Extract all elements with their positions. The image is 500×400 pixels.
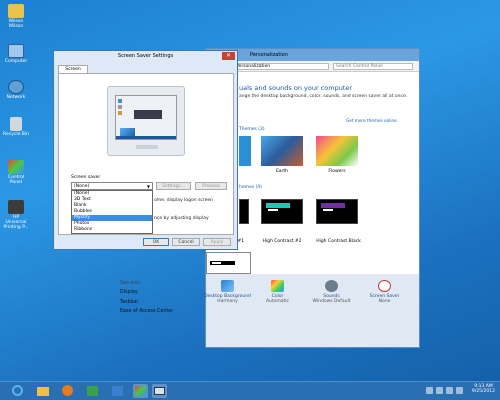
media-center-icon [112,386,123,396]
desktop-icon-computer[interactable]: Computer [2,44,30,65]
explorer-taskbar-button[interactable] [35,384,50,398]
apply-button[interactable]: Apply [203,238,231,246]
see-also-taskbar[interactable]: Taskbar [120,300,138,305]
breadcrumb[interactable]: Personalization [232,63,329,70]
hc-label: High Contrast #2 [262,239,302,244]
printer-icon [8,200,24,214]
get-more-themes-link[interactable]: Get more themes online [346,118,397,123]
hc-thumb-white[interactable] [206,252,251,274]
preview-button[interactable]: Preview [195,182,227,190]
basic-themes-label: hemes (4) [239,185,262,190]
hc-thumb-1[interactable] [239,199,249,224]
footer-sub: None [378,299,391,304]
desktop-icon-label: Network [6,95,26,100]
hc-thumb-black[interactable] [316,199,358,224]
see-also-title: See also [120,281,141,286]
close-icon: ✕ [225,52,232,59]
desktop-icon-label: Computer [4,59,28,64]
dialog-title: Screen Saver Settings [117,53,174,59]
dropdown-option[interactable]: Ribbons [72,227,152,233]
theme-thumb-earth[interactable] [261,136,303,166]
screen-saver-dropdown: (None) 3D Text Blank Bubbles Mystify Pho… [71,190,153,234]
folder-icon [36,387,49,396]
logon-text: ome, display logon screen [154,198,214,203]
see-also-ease-of-access[interactable]: Ease of Access Center [120,309,173,314]
my-themes-label: Themes (3) [239,127,265,132]
settings-button[interactable]: Settings... [156,182,191,190]
desktop-icon-label: HP Universal Printing P... [3,215,29,230]
network-icon [8,80,24,94]
hc-label: High Contrast Black [316,239,361,244]
footer-sub: Automatic [265,299,290,304]
monitor-preview [107,86,185,156]
search-input[interactable]: Search Control Panel [333,63,413,70]
monitor-stand [136,145,158,149]
clock-date: 9/25/2012 [471,389,495,395]
color-link[interactable]: Color Automatic [250,280,305,304]
customization-footer: Desktop Background Harmony Color Automat… [204,274,419,347]
theme-thumb-partial[interactable] [239,136,251,166]
volume-icon[interactable] [456,387,463,394]
hc-thumb-2[interactable] [261,199,303,224]
show-hidden-icons-icon[interactable] [426,387,433,394]
dialog-titlebar[interactable]: Screen Saver Settings ✕ [54,51,237,62]
sounds-link[interactable]: Sounds Windows Default [304,280,359,304]
theme-thumb-flowers[interactable] [316,136,358,166]
footer-sub: Harmony [217,299,238,304]
user-folder-icon [8,4,24,18]
window-title: Personalization [250,52,288,58]
recycle-bin-icon [10,117,22,131]
see-also-display[interactable]: Display [120,290,138,295]
power-text: nce by adjusting display [154,216,209,221]
media-player-icon [62,385,73,396]
desktop-icon-network[interactable]: Network [2,80,30,101]
control-panel-icon [8,160,24,174]
theme-label: Earth [275,169,289,174]
screen-saver-select[interactable]: (None) ▼ [71,182,153,190]
preview-screen [115,95,177,140]
screen-saver-icon [378,280,391,292]
network-tray-icon[interactable] [446,387,453,394]
screen-saver-panel: Screen saver (None) ▼ Settings... Previe… [58,73,234,235]
store-taskbar-button[interactable] [85,384,100,398]
page-subtext: ange the desktop background, color, soun… [239,94,408,99]
desktop-icon-control-panel[interactable]: Control Panel [2,160,30,186]
page-heading: uals and sounds on your computer [239,84,353,92]
theme-label: Flowers [328,169,346,174]
screen-saver-link[interactable]: Screen Saver None [357,280,412,304]
chevron-down-icon: ▼ [146,184,150,189]
cancel-button[interactable]: Cancel [172,238,200,246]
desktop-icon-recycle-bin[interactable]: Recycle Bin [2,117,30,138]
desktop-icon-label: Control Panel [7,175,25,185]
control-panel-icon [135,386,146,396]
color-icon [271,280,284,292]
media-player-taskbar-button[interactable] [60,384,75,398]
close-button[interactable]: ✕ [222,52,235,60]
store-icon [87,386,98,396]
desktop-background-link[interactable]: Desktop Background Harmony [200,280,255,304]
desktop-icon-label: Wilson Wilson [8,19,24,29]
desktop-icon-printer[interactable]: HP Universal Printing P... [2,200,30,231]
screen-saver-label: Screen saver [71,175,101,180]
internet-explorer-icon [12,385,23,396]
screen-saver-taskbar-button[interactable] [152,384,167,398]
monitor-icon [154,387,165,395]
breadcrumb-item: Personalization [236,64,271,69]
sounds-icon [325,280,338,292]
search-placeholder: Search Control Panel [336,64,383,69]
footer-sub: Windows Default [312,299,351,304]
computer-icon [8,44,24,58]
control-panel-taskbar-button[interactable] [133,384,148,398]
ie-taskbar-button[interactable] [10,384,25,398]
system-clock[interactable]: 9:13 AM 9/25/2012 [472,384,495,395]
ok-button[interactable]: OK [143,238,169,246]
desktop-icon-label: Recycle Bin [3,132,29,137]
taskbar: 9:13 AM 9/25/2012 [0,381,500,400]
desktop-icon-user[interactable]: Wilson Wilson [2,4,30,30]
screen-saver-dialog: Screen Saver Settings ✕ Screen Saver Scr… [53,50,238,250]
select-value: (None) [74,184,90,189]
media-center-taskbar-button[interactable] [110,384,125,398]
flag-icon[interactable] [436,387,443,394]
desktop-background-icon [221,280,234,292]
